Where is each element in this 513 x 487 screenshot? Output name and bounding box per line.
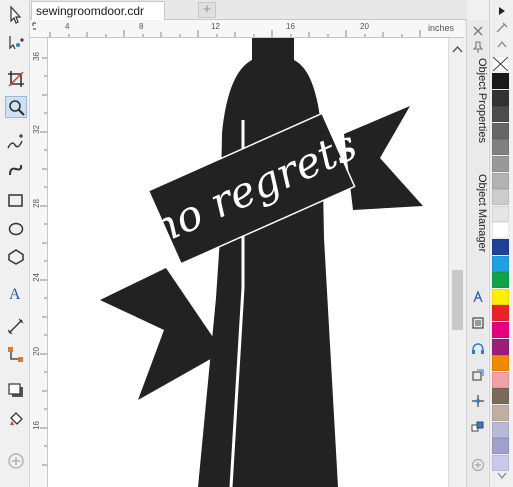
color-swatch[interactable]	[492, 288, 509, 305]
shape-tool-icon[interactable]	[5, 32, 27, 54]
align-icon[interactable]	[471, 290, 485, 304]
color-swatch[interactable]	[492, 371, 509, 388]
freehand-tool-icon[interactable]	[5, 132, 27, 154]
color-swatch[interactable]	[492, 156, 509, 172]
color-swatch[interactable]	[492, 239, 509, 255]
palette-scroll-down-icon[interactable]	[491, 470, 513, 482]
new-tab-button[interactable]: +	[198, 2, 216, 18]
connector-tool-icon[interactable]	[5, 344, 27, 366]
color-swatch[interactable]	[492, 421, 509, 438]
ruler-label: 28	[32, 199, 41, 208]
dimension-tool-icon[interactable]	[5, 316, 27, 338]
ruler-label: 16	[32, 421, 41, 430]
docker-tabs: Object Properties Object Manager	[466, 20, 488, 487]
crop-tool-icon[interactable]	[5, 68, 27, 90]
drop-shadow-icon[interactable]	[5, 380, 27, 402]
ruler-label: 24	[32, 273, 41, 282]
color-swatch[interactable]	[492, 255, 509, 272]
scroll-thumb[interactable]	[452, 270, 463, 330]
plus-icon: +	[202, 1, 212, 18]
pick-tool-icon[interactable]	[5, 4, 27, 26]
color-swatch[interactable]	[492, 355, 509, 372]
color-swatch[interactable]	[492, 305, 509, 322]
color-swatch[interactable]	[492, 388, 509, 405]
color-swatch[interactable]	[492, 139, 509, 156]
frame-icon[interactable]	[471, 316, 485, 330]
ruler-label: 16	[286, 22, 295, 31]
headset-icon[interactable]	[471, 342, 485, 356]
color-swatch[interactable]	[492, 322, 509, 338]
document-tab-label: sewingroomdoor.cdr	[36, 4, 145, 18]
color-swatch[interactable]	[492, 73, 509, 89]
document-tab-strip: sewingroomdoor.cdr +	[30, 0, 467, 20]
coreldraw-window: A sewingroomdoor.cdr + 4 8 12 16 20 inch…	[0, 0, 513, 487]
banner-left-tail	[100, 268, 223, 400]
color-swatch[interactable]	[492, 438, 509, 455]
horizontal-ruler[interactable]: 4 8 12 16 20 inches	[36, 20, 464, 38]
add-docker-icon[interactable]	[471, 458, 485, 472]
color-swatch[interactable]	[492, 189, 509, 206]
no-color-swatch[interactable]	[492, 56, 509, 72]
ruler-label: 32	[32, 125, 41, 134]
vertical-ruler[interactable]: 36 32 28 24 20 16	[30, 38, 48, 487]
color-swatch[interactable]	[492, 172, 509, 189]
color-swatch[interactable]	[492, 89, 509, 106]
object-manager-tab[interactable]: Object Manager	[468, 158, 488, 252]
vertical-scrollbar[interactable]	[448, 38, 465, 487]
ruler-label: 12	[211, 22, 220, 31]
object-properties-label: Object Properties	[476, 58, 488, 143]
ruler-units: inches	[427, 23, 454, 33]
color-swatch[interactable]	[492, 338, 509, 355]
artistic-media-icon[interactable]	[5, 160, 27, 182]
ruler-label: 20	[32, 347, 41, 356]
toolbox: A	[0, 0, 30, 487]
color-swatch[interactable]	[492, 205, 509, 222]
move-icon[interactable]	[471, 394, 485, 408]
color-swatch[interactable]	[492, 454, 509, 471]
text-tool-icon[interactable]: A	[5, 282, 27, 304]
ruler-label: 36	[32, 52, 41, 61]
color-swatch[interactable]	[492, 272, 509, 289]
ruler-label: 8	[139, 22, 144, 31]
eyedropper-icon[interactable]	[491, 22, 513, 34]
color-swatch[interactable]	[492, 122, 509, 139]
transform-icon[interactable]	[471, 368, 485, 382]
close-icon[interactable]	[471, 24, 485, 38]
color-swatch[interactable]	[492, 106, 509, 123]
drawing-canvas[interactable]: no regrets	[48, 38, 448, 487]
zoom-tool-icon[interactable]	[5, 96, 27, 118]
object-manager-label: Object Manager	[476, 174, 488, 253]
color-swatch[interactable]	[492, 405, 509, 421]
palette-scroll-right-icon[interactable]	[491, 4, 513, 18]
color-palette	[489, 0, 513, 487]
ruler-label: 20	[360, 22, 369, 31]
dress-form-silhouette	[198, 38, 338, 487]
add-tool-icon[interactable]	[5, 450, 27, 472]
ruler-label: 4	[65, 22, 70, 31]
scroll-up-icon[interactable]	[449, 42, 466, 56]
rectangle-tool-icon[interactable]	[5, 190, 27, 212]
polygon-tool-icon[interactable]	[5, 246, 27, 268]
palette-scroll-up-icon[interactable]	[491, 38, 513, 50]
color-swatch[interactable]	[492, 222, 509, 239]
svg-text:A: A	[9, 286, 21, 303]
document-tab[interactable]: sewingroomdoor.cdr	[31, 1, 165, 20]
interactive-fill-icon[interactable]	[5, 408, 27, 430]
object-properties-tab[interactable]: Object Properties	[468, 42, 488, 143]
ellipse-tool-icon[interactable]	[5, 218, 27, 240]
step-repeat-icon[interactable]	[471, 420, 485, 434]
